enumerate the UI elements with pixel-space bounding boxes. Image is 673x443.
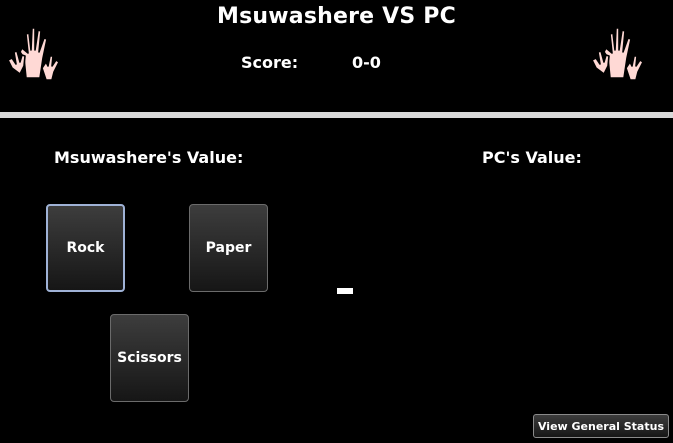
scissors-button[interactable]: Scissors — [110, 314, 189, 402]
score-label: Score: — [241, 53, 299, 72]
versus-dash — [337, 288, 353, 294]
view-general-status-button[interactable]: View General Status — [533, 414, 669, 438]
header-divider — [0, 112, 673, 118]
player-value-label: Msuwashere's Value: — [54, 148, 244, 167]
rock-button[interactable]: Rock — [46, 204, 125, 292]
raised-hands-icon — [6, 22, 62, 84]
paper-button[interactable]: Paper — [189, 204, 268, 292]
raised-hands-icon — [590, 22, 646, 84]
pc-value-label: PC's Value: — [482, 148, 582, 167]
score-value: 0-0 — [352, 53, 381, 72]
game-title: Msuwashere VS PC — [217, 4, 456, 29]
